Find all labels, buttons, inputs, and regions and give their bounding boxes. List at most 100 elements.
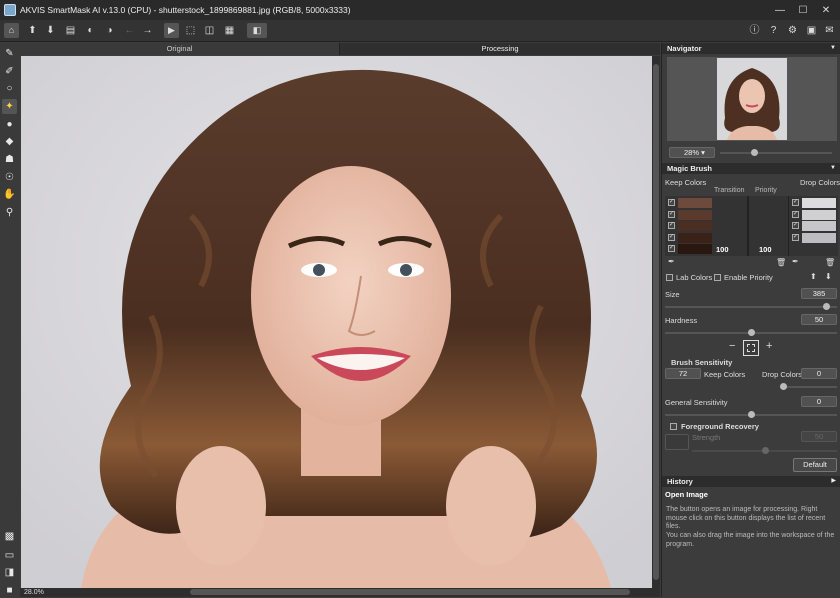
undo-icon[interactable]: ← bbox=[122, 23, 137, 38]
navigator-zoom-select[interactable]: 28% ▾ bbox=[669, 147, 715, 158]
smart-tool-icon[interactable]: ☉ bbox=[2, 170, 17, 185]
keep-color-checkbox[interactable]: ✓ bbox=[668, 222, 675, 229]
drop-color-swatch[interactable] bbox=[802, 198, 836, 208]
save-presets-icon[interactable]: ⬇ bbox=[825, 272, 832, 281]
drop-color-checkbox[interactable]: ✓ bbox=[792, 199, 799, 206]
load-mask-icon[interactable]: ◐ bbox=[83, 23, 98, 38]
strength-slider-knob[interactable] bbox=[762, 447, 769, 454]
size-slider[interactable] bbox=[665, 306, 837, 308]
size-input[interactable]: 385 bbox=[801, 288, 837, 299]
hand-tool-icon[interactable]: ✋ bbox=[2, 187, 17, 202]
keep-color-checkbox[interactable]: ✓ bbox=[668, 199, 675, 206]
info-icon[interactable]: ⓘ bbox=[747, 23, 762, 38]
brush-drop-slider-knob[interactable] bbox=[780, 383, 787, 390]
magic-brush-icon[interactable]: ✦ bbox=[2, 99, 17, 114]
settings-gear-icon[interactable]: ⚙ bbox=[785, 23, 800, 38]
drop-color-checkbox[interactable]: ✓ bbox=[792, 222, 799, 229]
mask-view-icon[interactable]: ▭ bbox=[2, 548, 17, 563]
image-canvas[interactable] bbox=[21, 56, 652, 588]
view-mode-icon[interactable]: ◧ bbox=[247, 23, 267, 38]
select-object-icon[interactable]: ⬚ bbox=[183, 23, 198, 38]
default-button[interactable]: Default bbox=[793, 458, 837, 472]
batch-icon[interactable]: ▣ bbox=[804, 23, 819, 38]
load-presets-icon[interactable]: ⬆ bbox=[810, 272, 817, 281]
save-mask-icon[interactable]: ◑ bbox=[102, 23, 117, 38]
navigator-preview[interactable] bbox=[667, 57, 837, 141]
transition-value[interactable]: 100 bbox=[716, 245, 729, 254]
hardness-slider-knob[interactable] bbox=[747, 329, 755, 336]
keep-color-checkbox[interactable]: ✓ bbox=[668, 233, 675, 241]
lasso-tool-icon[interactable]: ○ bbox=[2, 81, 17, 96]
zoom-status: 28.0% bbox=[24, 589, 44, 596]
size-slider-knob[interactable] bbox=[823, 303, 831, 310]
eraser-icon[interactable]: ◆ bbox=[2, 134, 17, 149]
general-sensitivity-knob[interactable] bbox=[747, 411, 755, 418]
drop-color-swatch[interactable] bbox=[802, 232, 836, 243]
keep-delete-icon[interactable]: 🗑 bbox=[776, 258, 786, 267]
keep-color-checkbox[interactable]: ✓ bbox=[668, 210, 675, 218]
keep-color-swatch[interactable] bbox=[678, 232, 712, 243]
brush-shape-icon[interactable] bbox=[743, 340, 759, 356]
drop-delete-icon[interactable]: 🗑 bbox=[825, 258, 835, 267]
brush-keep-input[interactable]: 72 bbox=[665, 368, 701, 379]
brush-sensitivity-label: Brush Sensitivity bbox=[671, 358, 733, 367]
keep-color-checkbox[interactable]: ✓ bbox=[668, 245, 675, 252]
foreground-color-swatch[interactable] bbox=[665, 434, 689, 450]
run-icon[interactable]: ▶ bbox=[164, 23, 179, 38]
maximize-button[interactable]: ☐ bbox=[793, 0, 813, 20]
tab-original[interactable]: Original bbox=[20, 43, 340, 55]
collapse-arrow-icon[interactable]: ▼ bbox=[830, 43, 836, 54]
general-sensitivity-input[interactable]: 0 bbox=[801, 396, 837, 407]
increase-size-icon[interactable]: + bbox=[766, 340, 772, 352]
color-swatch-icon[interactable]: ■ bbox=[2, 583, 17, 598]
lab-colors-checkbox[interactable] bbox=[666, 274, 673, 281]
brush-drop-slider[interactable] bbox=[780, 386, 837, 388]
minimize-button[interactable]: — bbox=[770, 0, 790, 20]
history-header[interactable]: History ▶ bbox=[662, 476, 840, 487]
object-select-icon[interactable]: ☗ bbox=[2, 152, 17, 167]
foreground-recovery-checkbox[interactable] bbox=[670, 423, 677, 430]
keep-eyedropper-icon[interactable]: ✒ bbox=[668, 257, 675, 266]
bucket-icon[interactable]: ● bbox=[2, 117, 17, 132]
horizontal-scrollbar[interactable] bbox=[190, 589, 630, 595]
foreground-recovery-label: Foreground Recovery bbox=[681, 422, 759, 431]
magic-brush-header[interactable]: Magic Brush ▼ bbox=[662, 163, 840, 174]
navigator-zoom-knob[interactable] bbox=[751, 149, 758, 156]
drop-color-swatch[interactable] bbox=[802, 209, 836, 220]
keep-colors-label: Keep Colors bbox=[665, 178, 707, 187]
drop-color-swatch[interactable] bbox=[802, 221, 836, 231]
edge-refine-icon[interactable]: ◫ bbox=[202, 23, 217, 38]
help-icon[interactable]: ? bbox=[766, 23, 781, 38]
strength-input[interactable]: 50 bbox=[801, 431, 837, 442]
print-icon[interactable]: ▤ bbox=[63, 23, 78, 38]
redo-icon[interactable]: → bbox=[140, 23, 155, 38]
navigator-header[interactable]: Navigator ▼ bbox=[662, 43, 840, 54]
priority-value[interactable]: 100 bbox=[759, 245, 772, 254]
hardness-input[interactable]: 50 bbox=[801, 314, 837, 325]
drop-color-checkbox[interactable]: ✓ bbox=[792, 233, 799, 241]
compare-view-icon[interactable]: ◨ bbox=[2, 565, 17, 580]
zoom-tool-icon[interactable]: ⚲ bbox=[2, 205, 17, 220]
open-image-icon[interactable]: ⬆ bbox=[25, 23, 40, 38]
transparency-grid-icon[interactable]: ▩ bbox=[2, 529, 17, 544]
save-image-icon[interactable]: ⬇ bbox=[43, 23, 58, 38]
navigator-zoom-slider[interactable] bbox=[720, 152, 832, 154]
keep-color-swatch[interactable] bbox=[678, 244, 712, 254]
drop-eyedropper-icon[interactable]: ✒ bbox=[792, 257, 799, 266]
news-icon[interactable]: ✉ bbox=[822, 23, 837, 38]
selection-tool-icon[interactable]: ✎ bbox=[2, 46, 17, 61]
help-text-1: The button opens an image for processing… bbox=[666, 506, 826, 530]
enable-priority-checkbox[interactable] bbox=[714, 274, 721, 281]
keep-color-swatch[interactable] bbox=[678, 221, 712, 231]
selection-brush-icon[interactable]: ✐ bbox=[2, 64, 17, 79]
drop-color-checkbox[interactable]: ✓ bbox=[792, 210, 799, 218]
close-button[interactable]: ✕ bbox=[816, 0, 836, 20]
keep-color-swatch[interactable] bbox=[678, 209, 712, 220]
background-icon[interactable]: ▦ bbox=[222, 23, 237, 38]
keep-color-swatch[interactable] bbox=[678, 198, 712, 208]
brush-drop-input[interactable]: 0 bbox=[801, 368, 837, 379]
tab-processing[interactable]: Processing bbox=[340, 43, 660, 55]
decrease-size-icon[interactable]: − bbox=[729, 340, 735, 352]
home-icon[interactable]: ⌂ bbox=[4, 23, 19, 38]
vertical-scrollbar[interactable] bbox=[652, 56, 660, 588]
